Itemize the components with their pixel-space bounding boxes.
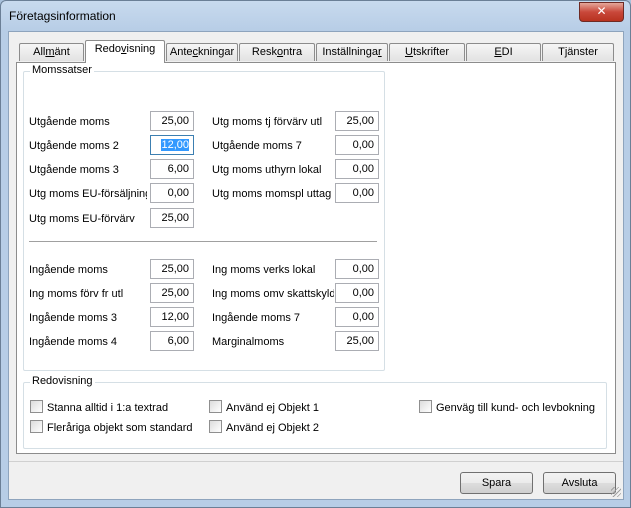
utgaende-moms-3-label: Utgående moms 3 (29, 164, 119, 176)
ingaende-moms-label: Ingående moms (29, 264, 108, 276)
tab-panel-redovisning: Momssatser Utgående moms 25,00 Utgående … (16, 62, 616, 454)
anvand-ej-objekt-2-checkbox[interactable]: Använd ej Objekt 2 (209, 420, 319, 434)
ingaende-moms-3-label: Ingående moms 3 (29, 312, 118, 324)
exit-button[interactable]: Avsluta (543, 472, 616, 494)
utg-moms-uthyrn-lokal-input[interactable]: 0,00 (335, 159, 379, 179)
fleariga-objekt-checkbox[interactable]: Fleråriga objekt som standard (30, 420, 193, 434)
ingaende-moms-4-input[interactable]: 6,00 (150, 331, 194, 351)
window-title: Företagsinformation (9, 9, 116, 23)
anvand-ej-objekt-1-label: Använd ej Objekt 1 (226, 402, 319, 414)
ing-moms-omv-skattskyldighet-label: Ing moms omv skattskyldighet (212, 288, 334, 300)
button-area-separator (9, 461, 623, 462)
utg-moms-tj-forvarv-utl-label: Utg moms tj förvärv utl (212, 116, 323, 128)
utg-moms-tj-forvarv-utl-input[interactable]: 25,00 (335, 111, 379, 131)
fleariga-objekt-label: Fleråriga objekt som standard (47, 422, 193, 434)
tab-anteckningar[interactable]: Anteckningar (166, 43, 238, 61)
ingaende-moms-4-label: Ingående moms 4 (29, 336, 118, 348)
utgaende-moms-7-label: Utgående moms 7 (212, 140, 302, 152)
utg-moms-eu-forvarv-label: Utg moms EU-förvärv (29, 213, 135, 225)
utg-moms-momspl-uttag-input[interactable]: 0,00 (335, 183, 379, 203)
section-divider (29, 241, 377, 243)
checkbox-box[interactable] (30, 400, 43, 413)
tab-installningar[interactable]: Inställningar (316, 43, 388, 61)
utgaende-moms-2-value: 12,00 (161, 139, 189, 151)
utg-moms-eu-forsaljning-label: Utg moms EU-försäljning (29, 188, 147, 200)
utg-moms-momspl-uttag-label: Utg moms momspl uttag (212, 188, 332, 200)
anvand-ej-objekt-2-label: Använd ej Objekt 2 (226, 422, 319, 434)
genvag-kund-levbokning-checkbox[interactable]: Genväg till kund- och levbokning (419, 400, 595, 414)
genvag-kund-levbokning-label: Genväg till kund- och levbokning (436, 402, 595, 414)
tab-reskontra[interactable]: Reskontra (239, 43, 315, 61)
utgaende-moms-2-input[interactable]: 12,00 (150, 135, 194, 155)
checkbox-box[interactable] (30, 420, 43, 433)
tab-utskrifter[interactable]: Utskrifter (389, 43, 465, 61)
checkbox-box[interactable] (209, 400, 222, 413)
utgaende-moms-7-input[interactable]: 0,00 (335, 135, 379, 155)
dialog-client: Allmänt Redovisning Anteckningar Reskont… (8, 31, 624, 500)
save-button[interactable]: Spara (460, 472, 533, 494)
utgaende-moms-label: Utgående moms (29, 116, 110, 128)
redovisning-group: Redovisning Stanna alltid i 1:a textrad … (23, 375, 607, 449)
ingaende-moms-7-label: Ingående moms 7 (212, 312, 301, 324)
ing-moms-forv-fr-utl-label: Ing moms förv fr utl (29, 288, 124, 300)
checkbox-box[interactable] (419, 400, 432, 413)
utgaende-moms-2-label: Utgående moms 2 (29, 140, 119, 152)
dialog-window: Företagsinformation ✕ Allmänt Redovisnin… (0, 0, 631, 508)
utgaende-moms-input[interactable]: 25,00 (150, 111, 194, 131)
resize-grip[interactable] (611, 487, 621, 497)
marginalmoms-label: Marginalmoms (212, 336, 285, 348)
ingaende-moms-input[interactable]: 25,00 (150, 259, 194, 279)
ing-moms-forv-fr-utl-input[interactable]: 25,00 (150, 283, 194, 303)
checkbox-box[interactable] (209, 420, 222, 433)
tab-bar: Allmänt Redovisning Anteckningar Reskont… (9, 40, 623, 63)
close-button[interactable]: ✕ (579, 2, 624, 22)
ingaende-moms-3-input[interactable]: 12,00 (150, 307, 194, 327)
ing-moms-verks-lokal-label: Ing moms verks lokal (212, 264, 316, 276)
momssatser-group-title: Momssatser (30, 64, 94, 76)
utg-moms-eu-forvarv-input[interactable]: 25,00 (150, 208, 194, 228)
tab-edi[interactable]: EDI (466, 43, 541, 61)
utg-moms-eu-forsaljning-input[interactable]: 0,00 (150, 183, 194, 203)
tab-tjanster[interactable]: Tjänster (542, 43, 614, 61)
title-bar[interactable]: Företagsinformation ✕ (1, 1, 630, 31)
momssatser-group: Momssatser Utgående moms 25,00 Utgående … (23, 64, 385, 371)
anvand-ej-objekt-1-checkbox[interactable]: Använd ej Objekt 1 (209, 400, 319, 414)
utgaende-moms-3-input[interactable]: 6,00 (150, 159, 194, 179)
redovisning-group-title: Redovisning (30, 375, 95, 387)
ingaende-moms-7-input[interactable]: 0,00 (335, 307, 379, 327)
stanna-alltid-label: Stanna alltid i 1:a textrad (47, 402, 169, 414)
ing-moms-omv-skattskyldighet-input[interactable]: 0,00 (335, 283, 379, 303)
ing-moms-verks-lokal-input[interactable]: 0,00 (335, 259, 379, 279)
tab-redovisning[interactable]: Redovisning (85, 40, 165, 63)
stanna-alltid-checkbox[interactable]: Stanna alltid i 1:a textrad (30, 400, 168, 414)
utg-moms-uthyrn-lokal-label: Utg moms uthyrn lokal (212, 164, 322, 176)
marginalmoms-input[interactable]: 25,00 (335, 331, 379, 351)
tab-allmant[interactable]: Allmänt (19, 43, 84, 61)
